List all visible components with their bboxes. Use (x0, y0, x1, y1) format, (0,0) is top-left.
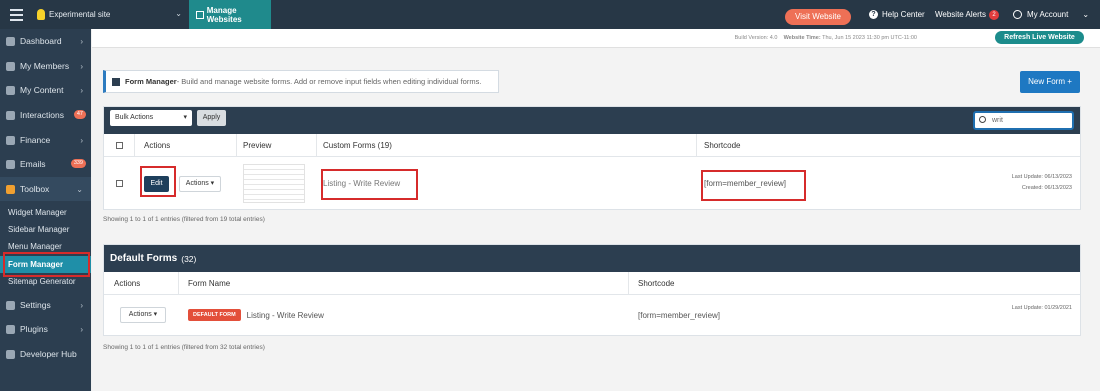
interactions-badge: 47 (73, 110, 86, 119)
actions-header: Actions (114, 278, 141, 288)
sidebar-item-settings[interactable]: Settings › (0, 293, 91, 317)
sidebar-item-finance[interactable]: Finance › (0, 128, 91, 152)
sidebar-item-my-content[interactable]: My Content › (0, 78, 91, 102)
form-manager-highlight (3, 252, 90, 277)
search-input[interactable]: writ (973, 111, 1074, 130)
interactions-icon (6, 110, 15, 120)
form-preview-thumbnail[interactable] (243, 164, 305, 203)
form-name[interactable]: Listing - Write Review (247, 311, 324, 320)
bulk-actions-select[interactable]: Bulk Actions ▾ (110, 110, 192, 126)
shortcode-header: Shortcode (704, 140, 741, 150)
sidebar-subitem-sidebar-manager[interactable]: Sidebar Manager (0, 221, 91, 238)
members-icon (6, 61, 15, 71)
default-form-tag: DEFAULT FORM (188, 309, 241, 321)
manage-websites-button[interactable]: Manage Websites (189, 0, 271, 29)
select-all-checkbox[interactable] (116, 141, 123, 149)
alerts-badge: 2 (988, 9, 999, 20)
chevron-right-icon: › (80, 36, 83, 46)
chevron-right-icon: › (80, 85, 83, 95)
custom-forms-header-row: Actions Preview Custom Forms (19) Shortc… (104, 134, 1080, 157)
chevron-right-icon: › (80, 300, 83, 310)
chevron-down-icon: ⌄ (76, 184, 83, 194)
wrench-icon (6, 184, 15, 194)
default-forms-header: Default Forms (32) (104, 245, 1080, 272)
search-icon (979, 116, 986, 123)
preview-header: Preview (243, 140, 272, 150)
websites-icon (196, 10, 204, 19)
form-name-header: Form Name (188, 278, 231, 288)
custom-forms-header: Custom Forms (19) (323, 140, 392, 150)
chevron-right-icon: › (80, 61, 83, 71)
actions-dropdown[interactable]: Actions ▾ (120, 307, 166, 323)
default-forms-title: Default Forms (110, 253, 178, 264)
website-alerts-link[interactable]: Website Alerts 2 (935, 0, 999, 29)
finance-icon (6, 135, 15, 145)
sidebar-subitem-widget-manager[interactable]: Widget Manager (0, 204, 91, 221)
sidebar-item-my-members[interactable]: My Members › (0, 54, 91, 78)
refresh-live-website-button[interactable]: Refresh Live Website (995, 31, 1084, 44)
last-update: Last Update: 01/29/2021 (1011, 305, 1072, 311)
actions-header: Actions (144, 140, 171, 150)
email-icon (6, 159, 15, 169)
shortcode-header: Shortcode (638, 278, 675, 288)
default-forms-count: (32) (181, 253, 197, 264)
dashboard-icon (6, 36, 15, 46)
content-icon (6, 85, 15, 95)
sidebar-item-toolbox[interactable]: Toolbox ⌄ (0, 177, 91, 201)
actions-dropdown[interactable]: Actions ▾ (179, 175, 221, 192)
table-row: Actions ▾ DEFAULT FORM Listing - Write R… (104, 295, 1080, 335)
site-selector[interactable]: Experimental site ⌄ (31, 0, 188, 29)
build-info: Build Version: 4.0 Website Time: Thu, Ju… (734, 35, 917, 41)
chevron-right-icon: › (80, 324, 83, 334)
visit-website-button[interactable]: Visit Website (785, 9, 851, 25)
default-forms-entries-info: Showing 1 to 1 of 1 entries (filtered fr… (103, 344, 265, 351)
my-account-menu[interactable]: My Account ⌄ (1013, 0, 1089, 29)
apply-button[interactable]: Apply (197, 110, 226, 126)
user-icon (1013, 10, 1022, 19)
developer-icon (6, 349, 15, 359)
emails-badge: 339 (70, 159, 86, 168)
plugin-icon (6, 324, 15, 334)
chevron-down-icon: ⌄ (175, 9, 182, 18)
form-manager-info: Form Manager - Build and manage website … (103, 70, 499, 93)
row-checkbox[interactable] (116, 180, 123, 187)
sidebar-item-developer-hub[interactable]: Developer Hub (0, 342, 91, 366)
custom-forms-entries-info: Showing 1 to 1 of 1 entries (filtered fr… (103, 216, 265, 223)
chevron-right-icon: › (80, 135, 83, 145)
custom-forms-toolbar: Bulk Actions ▾ Apply writ (104, 107, 1080, 134)
shortcode-highlight (701, 170, 806, 201)
sidebar-item-emails[interactable]: Emails 339 (0, 152, 91, 176)
help-center-link[interactable]: ? Help Center (869, 0, 925, 29)
form-shortcode: [form=member_review] (638, 310, 721, 320)
caret-down-icon: ▾ (183, 114, 187, 121)
sidebar-item-interactions[interactable]: Interactions 47 (0, 103, 91, 127)
menu-icon[interactable] (3, 0, 29, 29)
form-icon (112, 77, 120, 86)
sidebar-item-plugins[interactable]: Plugins › (0, 317, 91, 341)
site-name: Experimental site (49, 10, 111, 19)
build-bar: Build Version: 4.0 Website Time: Thu, Ju… (92, 29, 1100, 48)
default-forms-panel: Default Forms (32) Actions Form Name Sho… (103, 244, 1081, 336)
sidebar: Dashboard › My Members › My Content › In… (0, 29, 91, 391)
top-bar: Experimental site ⌄ Manage Websites Visi… (0, 0, 1100, 29)
sidebar-item-dashboard[interactable]: Dashboard › (0, 29, 91, 53)
last-update: Last Update: 06/13/2023 (1011, 174, 1072, 180)
custom-forms-panel: Bulk Actions ▾ Apply writ Actions Previe… (103, 106, 1081, 210)
chevron-down-icon: ⌄ (1082, 10, 1090, 19)
created-date: Created: 06/13/2023 (1021, 185, 1072, 191)
new-form-button[interactable]: New Form + (1020, 71, 1080, 93)
table-row: Edit Actions ▾ Listing - Write Review [f… (104, 157, 1080, 210)
default-forms-header-row: Actions Form Name Shortcode (104, 272, 1080, 295)
main-content: Build Version: 4.0 Website Time: Thu, Ju… (92, 29, 1100, 391)
gear-icon (6, 300, 15, 310)
edit-button-highlight (140, 166, 176, 197)
form-name-highlight (321, 169, 418, 200)
lightbulb-icon (37, 9, 45, 20)
question-icon: ? (869, 10, 878, 19)
